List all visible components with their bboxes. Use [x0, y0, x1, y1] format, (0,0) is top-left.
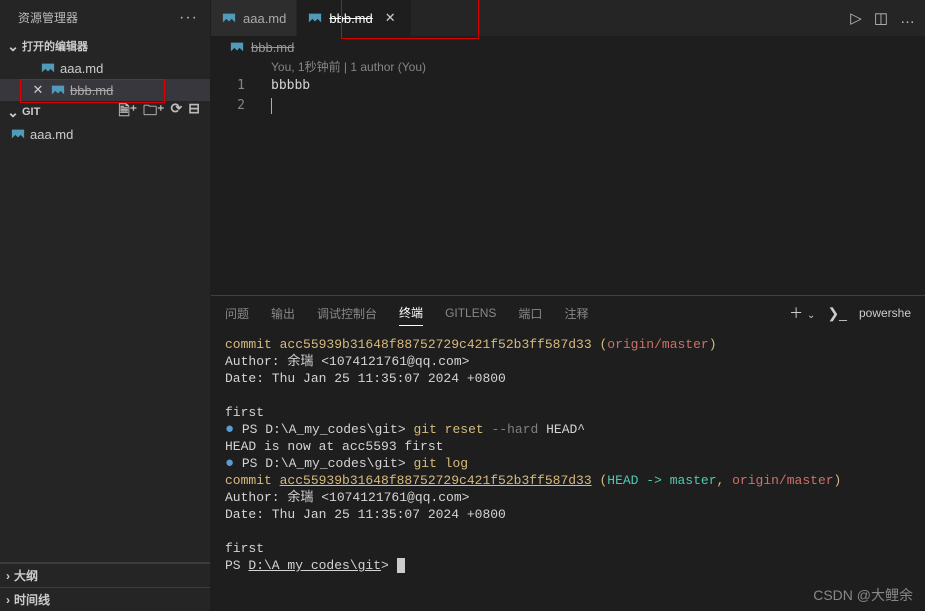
- terminal-body[interactable]: commit acc55939b31648f88752729c421f52b3f…: [211, 330, 925, 611]
- editor-content[interactable]: You, 1秒钟前 | 1 author (You) bbbbb: [261, 58, 925, 295]
- chevron-right-icon: ›: [6, 593, 10, 607]
- line-gutter: 1 2: [211, 58, 261, 295]
- markdown-icon: [40, 60, 56, 76]
- term-date: Date: Thu Jan 25 11:35:07 2024 +0800: [225, 370, 911, 387]
- terminal-shell-label: powershe: [859, 306, 911, 320]
- tab-bbb[interactable]: bbb.md ✕: [297, 0, 411, 36]
- terminal-profile-icon[interactable]: ❯_: [827, 305, 847, 322]
- chevron-down-icon: ⌄: [6, 38, 20, 55]
- term-msg2: first: [225, 540, 911, 557]
- line-number: 2: [211, 96, 245, 116]
- markdown-icon: [229, 39, 245, 55]
- gitlens-codelens[interactable]: You, 1秒钟前 | 1 author (You): [261, 58, 925, 76]
- terminal-cursor: [397, 558, 405, 573]
- tab-label: aaa.md: [243, 11, 286, 26]
- markdown-icon: [10, 126, 26, 142]
- open-editors-section[interactable]: ⌄ 打开的编辑器: [0, 35, 210, 57]
- more-icon[interactable]: …: [900, 10, 915, 27]
- code-line-1: bbbbb: [261, 76, 925, 96]
- term-author: Author: 余瑞 <1074121761@qq.com>: [225, 353, 911, 370]
- new-terminal-icon[interactable]: ＋ ⌄: [789, 303, 815, 323]
- run-icon[interactable]: ▷: [850, 9, 862, 27]
- close-icon[interactable]: ✕: [385, 10, 401, 26]
- panel-tab-problems[interactable]: 问题: [225, 301, 249, 326]
- explorer-header: 资源管理器 ···: [0, 0, 210, 35]
- explorer-more-icon[interactable]: ···: [179, 9, 198, 27]
- panel-tab-ports[interactable]: 端口: [518, 301, 542, 326]
- chevron-right-icon: ›: [6, 569, 10, 583]
- new-file-icon[interactable]: 🗎⁺: [118, 100, 137, 124]
- outline-label: 大纲: [14, 567, 38, 584]
- timeline-section[interactable]: › 时间线: [0, 587, 210, 611]
- open-editor-aaa[interactable]: aaa.md: [0, 57, 210, 79]
- breadcrumb[interactable]: bbb.md: [211, 36, 925, 58]
- open-editors-label: 打开的编辑器: [22, 38, 88, 54]
- git-section-label: GIT: [22, 106, 40, 118]
- chevron-down-icon: ⌄: [6, 104, 20, 121]
- panel-tab-gitlens[interactable]: GITLENS: [445, 302, 496, 324]
- tab-label: bbb.md: [329, 11, 372, 26]
- outline-section[interactable]: › 大纲: [0, 563, 210, 587]
- term-date2: Date: Thu Jan 25 11:35:07 2024 +0800: [225, 506, 911, 523]
- term-msg: first: [225, 404, 911, 421]
- explorer-title: 资源管理器: [18, 9, 78, 26]
- git-file-aaa[interactable]: aaa.md: [0, 123, 210, 145]
- markdown-icon: [221, 10, 237, 26]
- refresh-icon[interactable]: ⟳: [171, 100, 183, 124]
- git-section[interactable]: ⌄ GIT 🗎⁺ 🗀⁺ ⟳ ⊟: [0, 101, 210, 123]
- new-folder-icon[interactable]: 🗀⁺: [143, 100, 164, 124]
- watermark: CSDN @大鲤余: [813, 585, 913, 605]
- term-reset-out: HEAD is now at acc5593 first: [225, 438, 911, 455]
- tab-aaa[interactable]: aaa.md: [211, 0, 297, 36]
- collapse-icon[interactable]: ⊟: [188, 100, 200, 124]
- code-line-2: [261, 96, 925, 116]
- file-label: bbb.md: [70, 83, 113, 98]
- file-label: aaa.md: [30, 127, 73, 142]
- term-author2: Author: 余瑞 <1074121761@qq.com>: [225, 489, 911, 506]
- open-editor-bbb[interactable]: ✕ bbb.md: [0, 79, 210, 101]
- markdown-icon: [307, 10, 323, 26]
- file-label: aaa.md: [60, 61, 103, 76]
- close-icon[interactable]: ✕: [30, 82, 46, 98]
- breadcrumb-file: bbb.md: [251, 40, 294, 55]
- panel-tab-output[interactable]: 输出: [271, 301, 295, 326]
- timeline-label: 时间线: [14, 591, 50, 608]
- markdown-icon: [50, 82, 66, 98]
- panel-tab-debug[interactable]: 调试控制台: [317, 301, 377, 326]
- panel-tab-comments[interactable]: 注释: [564, 301, 588, 326]
- line-number: 1: [211, 76, 245, 96]
- split-icon[interactable]: ◫: [874, 9, 888, 27]
- panel-tab-terminal[interactable]: 终端: [399, 300, 423, 326]
